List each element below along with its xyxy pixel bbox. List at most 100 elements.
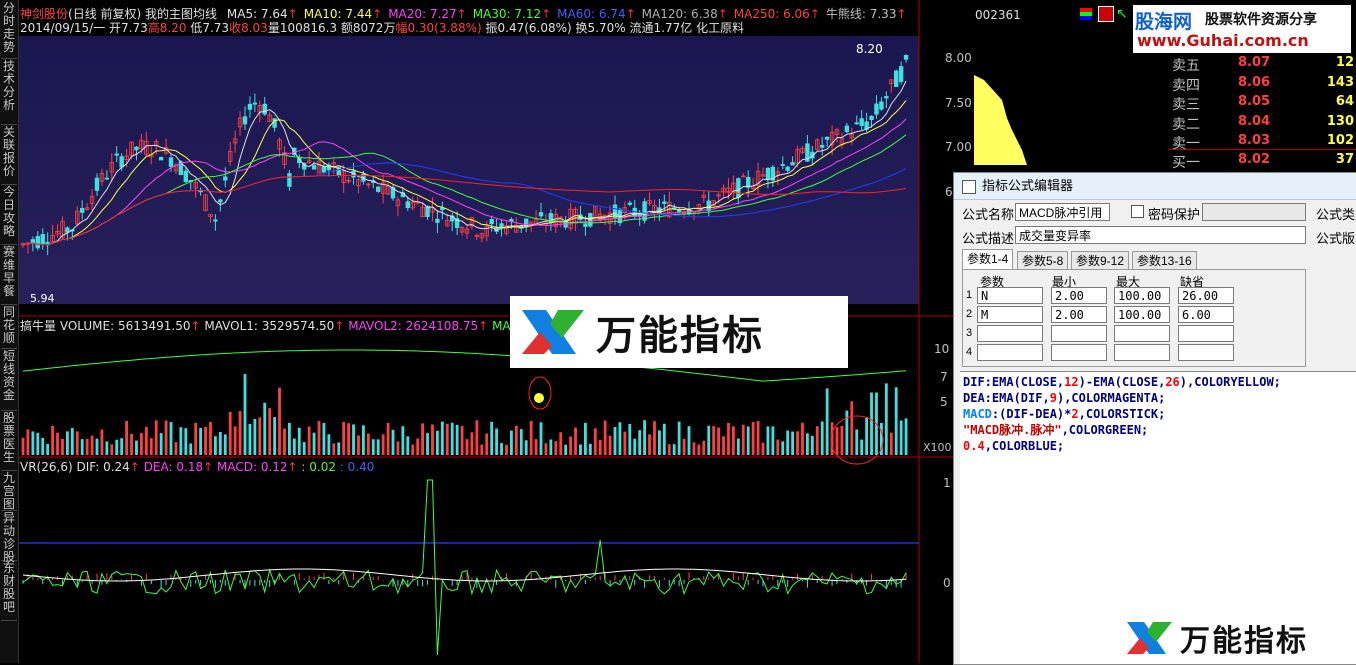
left-tab-5[interactable]: 同花顺 [1,306,17,349]
volume-bar [865,417,868,455]
left-tab-6[interactable]: 短线资金 [1,350,17,411]
volume-bar [223,434,227,455]
left-vertical-tabs: 分时走势 技术分析 关联报价 今日攻略 赛维早餐 同花顺 短线资金 股票医生 九宫图 异动诊股 东财… [0,0,19,663]
left-tab-3[interactable]: 今日攻略 [1,186,17,245]
param-max-3[interactable] [1114,344,1170,361]
param-def-0[interactable]: 26.00 [1178,287,1234,304]
date-line: 2014/09/15/一 [20,21,106,35]
param-min-1[interactable]: 2.00 [1051,306,1107,323]
formula-desc-input[interactable]: 成交量变异率 [1015,226,1306,244]
volume-bar [677,421,681,455]
param-max-0[interactable]: 100.00 [1114,287,1170,304]
volume-bar [95,438,99,455]
formula-name-input[interactable]: MACD脉冲引用 [1015,203,1110,221]
candle-body [627,202,632,205]
volume-bar [297,427,301,455]
candle-body [405,201,410,209]
macd-panel-header: VR(26,6) DIF: 0.24↑ DEA: 0.18↑ MACD: 0.1… [20,460,375,474]
param-min-0[interactable]: 2.00 [1051,287,1107,304]
editor-title-bar[interactable]: 指标公式编辑器 [954,173,1356,200]
ask-row-2-volume: 64 [1335,94,1354,109]
param-min-3[interactable] [1051,344,1107,361]
volume-bar [278,387,281,455]
amount-value: 额8072万 [340,21,396,35]
param-min-2[interactable] [1051,325,1107,342]
bars-icon[interactable] [1080,8,1092,20]
volume-panel-label[interactable]: 搞牛量 [20,319,56,333]
code-token: 26 [1165,375,1180,389]
candle-body [262,103,267,115]
toolbar-icons[interactable]: ↖ [1080,6,1130,24]
param-def-2[interactable] [1178,325,1234,342]
volume-bar [26,429,30,455]
left-tab-0[interactable]: 分时走势 [1,2,17,59]
ma-value-7: 牛熊线: 7.33 [825,7,897,21]
volume-bar [317,421,321,455]
volume-bar [771,426,775,455]
vr-label[interactable]: VR(26,6) [20,460,73,474]
volume-bar [386,422,390,455]
code-token: DEA:EMA(DIF, [963,391,1050,405]
ma-values: MA5: 7.64↑ MA10: 7.44↑ MA20: 7.27↑ MA30: 7.… [226,7,907,21]
param-name-2[interactable] [977,325,1043,342]
candle-body [662,201,667,204]
volume-bar [569,436,572,455]
volume-bar [362,425,365,455]
bid-row-1[interactable]: 买一 8.02 37 [1172,152,1356,171]
left-tab-4[interactable]: 赛维早餐 [1,246,17,305]
volume-bar [559,432,563,455]
arrow-icon[interactable]: ↖ [1116,6,1128,22]
ask-row-2[interactable]: 卖三 8.05 64 [1172,94,1356,113]
code-token: :(DIF-DEA)* [991,407,1072,421]
volume-bar [85,438,89,455]
volume-bar [485,433,489,455]
param-name-0[interactable]: N [977,287,1043,304]
candle-body [780,164,785,166]
password-input[interactable] [1202,203,1306,221]
volume-bar [658,430,661,455]
left-tab-7[interactable]: 股票医生 [1,412,17,471]
volume-bar [426,433,429,455]
password-checkbox[interactable] [1131,205,1144,218]
stock-name[interactable]: 神剑股份 [20,7,68,21]
tab-params-1-4[interactable]: 参数1-4 [962,249,1014,270]
candle-body [820,144,825,148]
param-def-1[interactable]: 6.00 [1178,306,1234,323]
ask-row-0[interactable]: 卖五 8.07 12 [1172,55,1356,74]
volume-bar [894,387,898,455]
left-tab-2[interactable]: 关联报价 [1,126,17,185]
param-name-3[interactable] [977,344,1043,361]
param-max-1[interactable]: 100.00 [1114,306,1170,323]
formula-editor-dialog[interactable]: 指标公式编辑器 公式名称 MACD脉冲引用 密码保护 公式类型 公式描述 成交量… [953,172,1356,665]
param-name-1[interactable]: M [977,306,1043,323]
volume-axis-7: 7 [940,370,948,384]
param-def-3[interactable] [1178,344,1234,361]
tab-params-5-8[interactable]: 参数5-8 [1017,251,1069,270]
volume-axis-5: 5 [940,395,948,409]
tab-params-9-12[interactable]: 参数9-12 [1071,251,1130,270]
param-max-2[interactable] [1114,325,1170,342]
tab-params-13-16[interactable]: 参数13-16 [1132,251,1197,270]
volume-bar [539,422,543,455]
left-tab-9[interactable]: 异动诊股 [1,512,17,564]
volume-bar [899,420,903,455]
volume-bar [184,428,188,455]
ask-row-1[interactable]: 卖四 8.06 143 [1172,75,1356,94]
type-label: 公式类型 [1316,207,1356,222]
volume-bar [648,434,651,455]
code-token: 12 [1064,375,1079,389]
left-tab-1[interactable]: 技术分析 [1,60,17,125]
flag-icon[interactable] [1098,6,1114,22]
left-tab-8[interactable]: 九宫图 [1,472,17,511]
left-tab-10[interactable]: 东财股吧 [1,562,17,621]
candle-body [287,173,292,187]
volume-bar [342,421,346,455]
ask-row-3[interactable]: 卖二 8.04 130 [1172,114,1356,133]
code-token: MACD [963,407,992,421]
candle-body [879,101,884,110]
volume-bar [90,435,94,455]
volume-bar [480,444,484,455]
volume-bar [904,418,908,455]
candle-body [218,199,223,203]
volume-bar [411,444,415,455]
